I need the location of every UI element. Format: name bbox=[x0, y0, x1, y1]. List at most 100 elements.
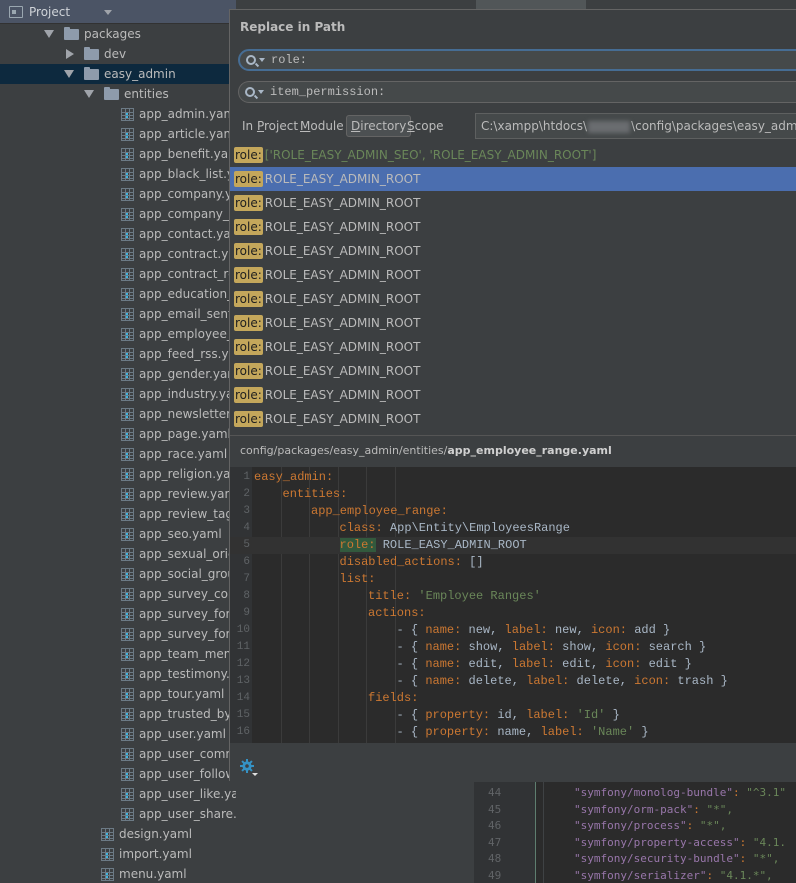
tab-directory[interactable]: Directory bbox=[346, 115, 412, 137]
result-row[interactable]: role: ROLE_EASY_ADMIN_ROOT bbox=[230, 287, 796, 311]
result-row[interactable]: role: ROLE_EASY_ADMIN_ROOT bbox=[230, 383, 796, 407]
tree-folder-packages[interactable]: packages bbox=[0, 24, 236, 44]
result-row[interactable]: role: ROLE_EASY_ADMIN_ROOT bbox=[230, 359, 796, 383]
code-token: class: bbox=[339, 521, 383, 535]
tree-file[interactable]: app_social_group bbox=[0, 564, 236, 584]
line-number: 9 bbox=[243, 607, 250, 619]
chevron-right-icon[interactable] bbox=[66, 49, 74, 59]
result-row[interactable]: role: ROLE_EASY_ADMIN_ROOT bbox=[230, 311, 796, 335]
directory-field[interactable]: C:\xampp\htdocs\ \config\packages\easy_ad… bbox=[475, 113, 796, 139]
gear-dropdown-icon[interactable] bbox=[252, 773, 258, 776]
code-line: 45 "symfony/orm-pack": "*", bbox=[474, 803, 796, 819]
tree-file[interactable]: app_admin.yaml bbox=[0, 104, 236, 124]
tree-file[interactable]: app_user_follow_ bbox=[0, 764, 236, 784]
tree-folder-entities[interactable]: entities bbox=[0, 84, 236, 104]
yaml-file-icon bbox=[101, 827, 114, 841]
tree-file[interactable]: app_email_sent.yaml bbox=[0, 304, 236, 324]
tree-item-label: app_admin.yaml bbox=[139, 107, 236, 121]
tree-file[interactable]: app_survey_form bbox=[0, 624, 236, 644]
code-token: edit, bbox=[461, 657, 512, 671]
yaml-file-icon bbox=[121, 207, 134, 221]
tree-file[interactable]: app_survey_contr bbox=[0, 584, 236, 604]
replace-history-dropdown-icon[interactable] bbox=[258, 90, 264, 94]
tree-file[interactable]: app_team_memb bbox=[0, 644, 236, 664]
result-row[interactable]: role: ROLE_EASY_ADMIN_ROOT bbox=[230, 407, 796, 431]
find-input[interactable] bbox=[271, 53, 771, 67]
code-token: disabled_actions: bbox=[339, 555, 462, 569]
result-row[interactable]: role: ROLE_EASY_ADMIN_ROOT bbox=[230, 335, 796, 359]
tree-file[interactable]: import.yaml bbox=[0, 844, 236, 864]
result-row[interactable]: role: ROLE_EASY_ADMIN_ROOT bbox=[230, 167, 796, 191]
tree-file[interactable]: app_user_like.yaml bbox=[0, 784, 236, 804]
tree-file[interactable]: app_article.yaml bbox=[0, 124, 236, 144]
tree-file[interactable]: app_company_co bbox=[0, 204, 236, 224]
tree-file[interactable]: app_contract.yaml bbox=[0, 244, 236, 264]
result-row[interactable]: role: ROLE_EASY_ADMIN_ROOT bbox=[230, 239, 796, 263]
chevron-down-icon[interactable] bbox=[44, 30, 54, 38]
tree-file[interactable]: app_user_comme bbox=[0, 744, 236, 764]
yaml-file-icon bbox=[121, 107, 134, 121]
tree-file[interactable]: app_review.yaml bbox=[0, 484, 236, 504]
code-text: "symfony/property-access": "4.1. bbox=[574, 836, 786, 849]
result-row[interactable]: role: ['ROLE_EASY_ADMIN_SEO', 'ROLE_EASY_… bbox=[230, 143, 796, 167]
tree-file[interactable]: app_employee_ra bbox=[0, 324, 236, 344]
tree-folder-dev[interactable]: dev bbox=[0, 44, 236, 64]
dialog-title: Replace in Path bbox=[240, 20, 346, 34]
tree-file[interactable]: app_industry.yaml bbox=[0, 384, 236, 404]
tree-folder-easy-admin[interactable]: easy_admin bbox=[0, 64, 236, 84]
tree-file[interactable]: app_black_list.yaml bbox=[0, 164, 236, 184]
result-row[interactable]: role: ROLE_EASY_ADMIN_ROOT bbox=[230, 263, 796, 287]
replace-field[interactable] bbox=[238, 81, 796, 103]
tree-file[interactable]: app_survey_form bbox=[0, 604, 236, 624]
search-history-dropdown-icon[interactable] bbox=[259, 58, 265, 62]
tree-item-label: easy_admin bbox=[104, 67, 176, 81]
result-row[interactable]: role: ROLE_EASY_ADMIN_ROOT bbox=[230, 215, 796, 239]
tab-scope[interactable]: Scope bbox=[403, 115, 448, 137]
tree-file[interactable]: app_contract_req bbox=[0, 264, 236, 284]
tree-item-label: menu.yaml bbox=[119, 867, 187, 881]
chevron-down-icon[interactable] bbox=[64, 70, 74, 78]
tree-file[interactable]: app_race.yaml bbox=[0, 444, 236, 464]
tree-file[interactable]: app_trusted_by.yaml bbox=[0, 704, 236, 724]
search-icon[interactable] bbox=[245, 87, 255, 97]
tree-file[interactable]: app_review_tag.yaml bbox=[0, 504, 236, 524]
tree-file[interactable]: app_page.yaml bbox=[0, 424, 236, 444]
project-panel-title[interactable]: Project bbox=[29, 5, 70, 19]
tree-file[interactable]: app_newsletter_s bbox=[0, 404, 236, 424]
preview-file-path: config/packages/easy_admin/entities/app_… bbox=[240, 444, 612, 457]
replace-input[interactable] bbox=[270, 85, 770, 99]
chevron-down-icon[interactable] bbox=[84, 90, 94, 98]
tree-file[interactable]: app_religion.yaml bbox=[0, 464, 236, 484]
tree-item-label: app_seo.yaml bbox=[139, 527, 222, 541]
line-number: 15 bbox=[236, 709, 250, 721]
divider[interactable] bbox=[230, 435, 796, 436]
tree-file[interactable]: app_education_le bbox=[0, 284, 236, 304]
find-field[interactable] bbox=[238, 49, 796, 71]
punctuation: : bbox=[732, 786, 747, 799]
tree-file[interactable]: app_user_share.yaml bbox=[0, 804, 236, 824]
search-icon[interactable] bbox=[246, 55, 256, 65]
tree-file[interactable]: app_benefit.yaml bbox=[0, 144, 236, 164]
tree-file[interactable]: app_gender.yaml bbox=[0, 364, 236, 384]
tree-file[interactable]: app_sexual_orient bbox=[0, 544, 236, 564]
tab-module[interactable]: Module bbox=[296, 115, 348, 137]
tree-file[interactable]: app_user.yaml bbox=[0, 724, 236, 744]
project-panel-header: Project bbox=[0, 0, 236, 24]
tree-file[interactable]: app_testimony.yaml bbox=[0, 664, 236, 684]
tree-file[interactable]: app_contact.yaml bbox=[0, 224, 236, 244]
tab-in-project[interactable]: In Project bbox=[238, 115, 302, 137]
tree-file[interactable]: app_seo.yaml bbox=[0, 524, 236, 544]
result-row[interactable]: role: ROLE_EASY_ADMIN_ROOT bbox=[230, 191, 796, 215]
yaml-file-icon bbox=[121, 347, 134, 361]
gear-icon[interactable] bbox=[240, 759, 254, 773]
tree-item-label: app_industry.yaml bbox=[139, 387, 236, 401]
tree-file[interactable]: app_company.yaml bbox=[0, 184, 236, 204]
tree-file[interactable]: design.yaml bbox=[0, 824, 236, 844]
tree-file[interactable]: app_feed_rss.yaml bbox=[0, 344, 236, 364]
line-number: 14 bbox=[236, 692, 250, 704]
tree-item-label: app_article.yaml bbox=[139, 127, 236, 141]
tree-file[interactable]: menu.yaml bbox=[0, 864, 236, 883]
tree-file[interactable]: app_tour.yaml bbox=[0, 684, 236, 704]
chevron-down-icon[interactable] bbox=[104, 10, 112, 15]
preview-editor[interactable]: 1 easy_admin: 2 entities: 3 app_employee_rang… bbox=[230, 467, 796, 743]
